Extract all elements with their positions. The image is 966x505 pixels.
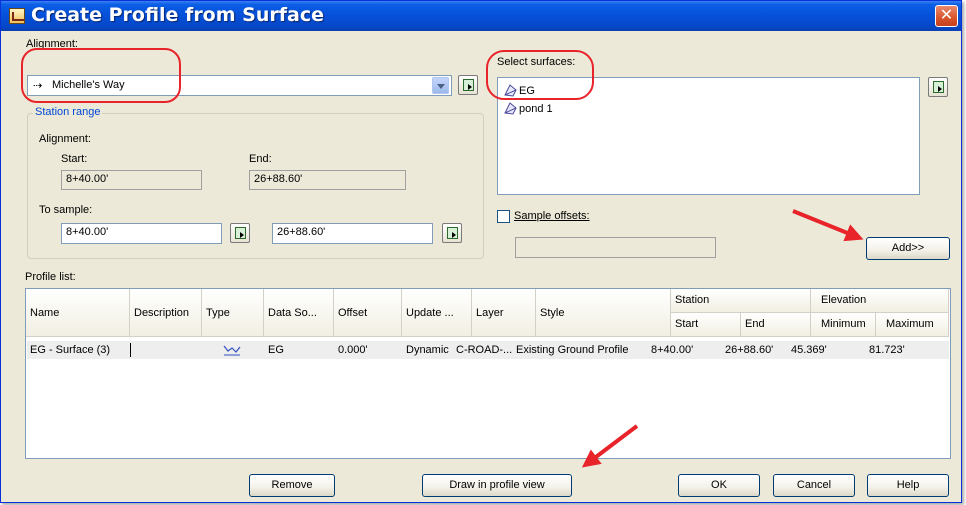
column-header-start[interactable]: Start bbox=[671, 313, 741, 337]
help-button[interactable]: Help bbox=[867, 474, 949, 497]
sample-start-input[interactable]: 8+40.00' bbox=[61, 223, 222, 244]
close-icon: ✕ bbox=[939, 7, 954, 24]
column-header-style[interactable]: Style bbox=[536, 289, 671, 337]
column-header-offset[interactable]: Offset bbox=[334, 289, 402, 337]
cell-update: Dynamic bbox=[406, 344, 449, 356]
column-header-type[interactable]: Type bbox=[202, 289, 264, 337]
start-label: Start: bbox=[61, 153, 88, 165]
pick-alignment-button[interactable] bbox=[458, 75, 478, 95]
cell-style: Existing Ground Profile bbox=[516, 344, 629, 356]
end-station-field: 26+88.60' bbox=[249, 170, 406, 190]
cancel-button[interactable]: Cancel bbox=[773, 474, 855, 497]
create-profile-dialog: Create Profile from Surface ✕ Alignment:… bbox=[0, 0, 962, 503]
surface-item-pond[interactable]: pond 1 bbox=[504, 102, 553, 118]
cell-end: 26+88.60' bbox=[725, 344, 774, 356]
table-row[interactable]: EG - Surface (3) EG 0.000' Dynamic C-ROA… bbox=[27, 341, 949, 359]
cell-name: EG - Surface (3) bbox=[30, 344, 111, 356]
remove-button[interactable]: Remove bbox=[249, 474, 335, 497]
column-header-name[interactable]: Name bbox=[26, 289, 130, 337]
dialog-title: Create Profile from Surface bbox=[31, 4, 324, 26]
pick-sample-end-button[interactable] bbox=[442, 223, 462, 243]
column-group-station: Station bbox=[671, 289, 811, 313]
cell-minimum: 45.369' bbox=[791, 344, 827, 356]
column-header-update[interactable]: Update ... bbox=[402, 289, 472, 337]
pick-from-drawing-icon bbox=[463, 79, 474, 91]
cell-offset: 0.000' bbox=[338, 344, 368, 356]
column-group-elevation: Elevation bbox=[811, 289, 949, 313]
highlight-surfaces bbox=[486, 50, 594, 100]
station-range-title: Station range bbox=[33, 106, 103, 118]
profile-list-label: Profile list: bbox=[25, 271, 76, 283]
add-button[interactable]: Add>> bbox=[866, 237, 950, 260]
cell-data-source: EG bbox=[268, 344, 284, 356]
title-bar[interactable]: Create Profile from Surface ✕ bbox=[1, 1, 961, 31]
cell-start: 8+40.00' bbox=[651, 344, 694, 356]
sample-offsets-label[interactable]: Sample offsets: bbox=[514, 210, 590, 222]
end-label: End: bbox=[249, 153, 272, 165]
surface-icon bbox=[504, 102, 517, 115]
station-alignment-label: Alignment: bbox=[39, 133, 91, 145]
pick-surface-button[interactable] bbox=[928, 77, 948, 97]
close-button[interactable]: ✕ bbox=[935, 5, 958, 27]
sample-offsets-checkbox[interactable] bbox=[497, 210, 510, 223]
pick-station-icon bbox=[235, 227, 246, 239]
column-header-data-source[interactable]: Data So... bbox=[264, 289, 334, 337]
pick-station-icon bbox=[447, 227, 458, 239]
sample-end-input[interactable]: 26+88.60' bbox=[272, 223, 433, 244]
start-station-field: 8+40.00' bbox=[61, 170, 202, 190]
surface-profile-icon bbox=[223, 343, 241, 359]
column-header-end[interactable]: End bbox=[741, 313, 811, 337]
column-header-minimum[interactable]: Minimum bbox=[811, 313, 876, 337]
profile-list-table[interactable]: Name Description Type Data So... Offset … bbox=[25, 288, 951, 459]
column-header-layer[interactable]: Layer bbox=[472, 289, 536, 337]
app-icon bbox=[9, 8, 25, 24]
surface-item-label: pond 1 bbox=[519, 103, 553, 115]
column-header-description[interactable]: Description bbox=[130, 289, 202, 337]
highlight-alignment bbox=[21, 48, 181, 103]
ok-button[interactable]: OK bbox=[678, 474, 760, 497]
sample-offsets-input[interactable] bbox=[515, 237, 716, 258]
pick-sample-start-button[interactable] bbox=[230, 223, 250, 243]
text-caret bbox=[130, 343, 131, 357]
chevron-down-icon[interactable] bbox=[432, 77, 449, 94]
column-header-maximum[interactable]: Maximum bbox=[876, 313, 949, 337]
pick-from-drawing-icon bbox=[933, 81, 944, 93]
cell-layer: C-ROAD-... bbox=[456, 344, 513, 356]
cell-maximum: 81.723' bbox=[869, 344, 905, 356]
to-sample-label: To sample: bbox=[39, 204, 93, 216]
draw-in-profile-view-button[interactable]: Draw in profile view bbox=[422, 474, 572, 497]
